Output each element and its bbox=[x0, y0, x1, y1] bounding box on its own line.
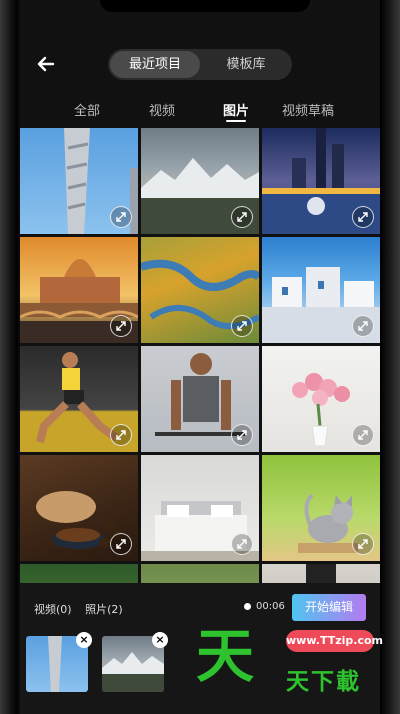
site-watermark: 天 www.TTzip.com 天下載 bbox=[196, 622, 383, 704]
back-arrow-icon[interactable] bbox=[34, 52, 58, 76]
expand-icon[interactable] bbox=[231, 424, 253, 446]
tab-video[interactable]: 视频 bbox=[149, 100, 175, 119]
expand-icon[interactable] bbox=[352, 424, 374, 446]
remove-icon[interactable]: × bbox=[76, 632, 92, 648]
remove-icon[interactable]: × bbox=[152, 632, 168, 648]
photo-spiral-tower[interactable] bbox=[20, 128, 138, 234]
phone-frame: 最近项目 模板库 全部 视频 图片 视频草稿 视频(0) 照片(2) 00:06… bbox=[0, 0, 400, 714]
phone-bezel-right bbox=[380, 0, 400, 714]
photo-palm-tree[interactable] bbox=[20, 564, 138, 583]
expand-icon[interactable] bbox=[352, 315, 374, 337]
app-screen: 最近项目 模板库 全部 视频 图片 视频草稿 视频(0) 照片(2) 00:06… bbox=[20, 0, 380, 714]
photo-snowy-mountains[interactable] bbox=[141, 128, 259, 234]
expand-icon[interactable] bbox=[231, 533, 253, 555]
photo-cathedral-dome[interactable] bbox=[20, 237, 138, 343]
selection-counts: 视频(0) 照片(2) bbox=[34, 601, 133, 617]
photo-pink-flowers[interactable] bbox=[262, 346, 380, 452]
start-editing-button[interactable]: 开始编辑 bbox=[292, 594, 366, 621]
expand-icon[interactable] bbox=[352, 533, 374, 555]
photo-kitten[interactable] bbox=[262, 455, 380, 561]
expand-icon[interactable] bbox=[231, 315, 253, 337]
video-count: 视频(0) bbox=[34, 603, 72, 616]
photo-woman-lunge[interactable] bbox=[20, 346, 138, 452]
photo-woman-model[interactable] bbox=[262, 564, 380, 583]
expand-icon[interactable] bbox=[110, 533, 132, 555]
segment-recent-projects[interactable]: 最近项目 bbox=[110, 51, 200, 78]
expand-icon[interactable] bbox=[110, 206, 132, 228]
tab-all[interactable]: 全部 bbox=[74, 100, 100, 119]
expand-icon[interactable] bbox=[110, 424, 132, 446]
photo-count: 照片(2) bbox=[85, 603, 123, 616]
expand-icon[interactable] bbox=[231, 206, 253, 228]
photo-coffee-beans[interactable] bbox=[20, 455, 138, 561]
total-duration: 00:06 bbox=[244, 601, 285, 612]
duration-value: 00:06 bbox=[256, 601, 285, 612]
photo-grid bbox=[20, 128, 380, 583]
media-tabs: 全部 视频 图片 视频草稿 bbox=[20, 96, 380, 126]
segment-switch: 最近项目 模板库 bbox=[108, 49, 292, 80]
active-tab-indicator bbox=[226, 120, 246, 122]
photo-white-village[interactable] bbox=[262, 237, 380, 343]
segment-template-library[interactable]: 模板库 bbox=[202, 51, 290, 78]
photo-bedroom[interactable] bbox=[141, 455, 259, 561]
watermark-logo-char: 天 bbox=[196, 622, 255, 690]
tab-photo[interactable]: 图片 bbox=[223, 100, 249, 119]
watermark-text: 天下載 bbox=[286, 669, 361, 695]
expand-icon[interactable] bbox=[352, 206, 374, 228]
photo-forest[interactable] bbox=[141, 564, 259, 583]
photo-river-aerial[interactable] bbox=[141, 237, 259, 343]
tab-video-drafts[interactable]: 视频草稿 bbox=[282, 100, 334, 119]
phone-bezel-left bbox=[0, 0, 18, 714]
expand-icon[interactable] bbox=[110, 315, 132, 337]
watermark-url: www.TTzip.com bbox=[286, 630, 383, 652]
phone-notch bbox=[100, 0, 310, 12]
clock-icon bbox=[244, 603, 251, 610]
photo-city-night[interactable] bbox=[262, 128, 380, 234]
photo-man-gym[interactable] bbox=[141, 346, 259, 452]
